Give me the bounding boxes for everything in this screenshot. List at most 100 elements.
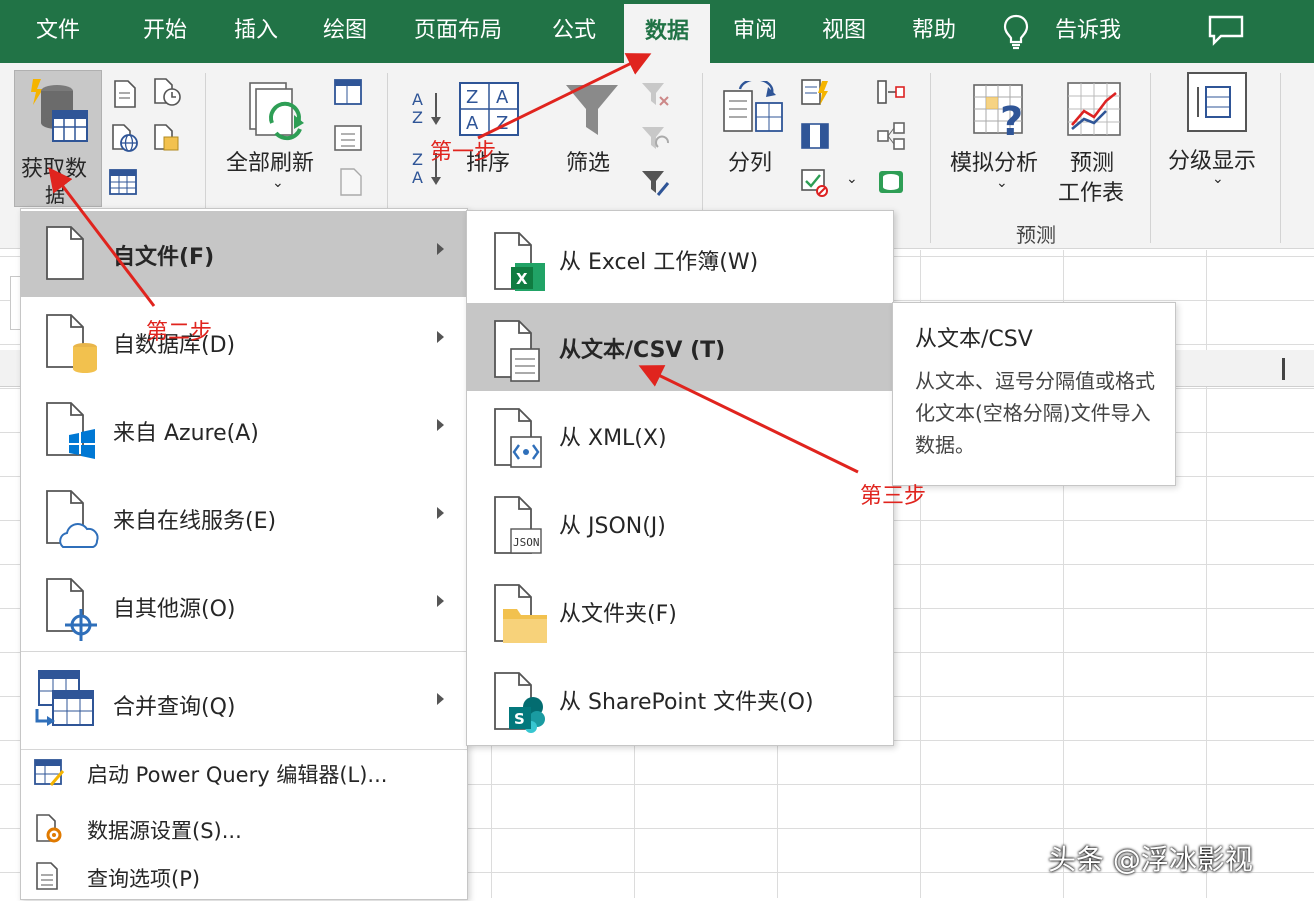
consolidate-icon[interactable]: [876, 77, 906, 107]
chevron-right-icon: [437, 419, 444, 431]
from-web-icon[interactable]: [110, 123, 140, 153]
xml-file-icon: [494, 408, 542, 468]
sharepoint-icon: S: [494, 672, 545, 733]
menu-item-launch-power-query[interactable]: 启动 Power Query 编辑器(L)...: [21, 747, 467, 797]
filter-label[interactable]: 筛选: [566, 145, 610, 177]
json-file-icon: JSON: [494, 496, 542, 554]
menu-item-label: 合并查询(Q): [113, 695, 236, 720]
cloud-icon: [46, 490, 99, 548]
menu-item-query-options[interactable]: 查询选项(P): [21, 851, 467, 901]
excel-icon: X: [494, 232, 545, 291]
queries-connections-icon[interactable]: [333, 77, 363, 107]
chevron-down-icon[interactable]: ⌄: [846, 171, 858, 187]
svg-text:Z: Z: [412, 150, 423, 169]
get-data-label-2: 据: [45, 183, 65, 207]
chevron-down-icon[interactable]: ⌄: [996, 175, 1008, 191]
chevron-right-icon: [437, 595, 444, 607]
ribbon-tab-bar: 文件 开始 插入 绘图 页面布局 公式 数据 审阅 视图 帮助 告诉我: [0, 0, 1314, 63]
tab-review[interactable]: 审阅: [733, 0, 777, 63]
menu-item-label: 自其他源(O): [113, 597, 236, 622]
sort-icon[interactable]: Z A A Z: [458, 81, 520, 137]
existing-connections-icon[interactable]: [152, 123, 182, 153]
annotation-step1: 第一步: [430, 140, 497, 165]
get-data-menu: 自文件(F) 自数据库(D) 来自 Azure(A) 来自在线服务(E) 自其他…: [20, 208, 468, 900]
menu-item-from-file[interactable]: 自文件(F): [21, 211, 467, 297]
tooltip-title: 从文本/CSV: [915, 327, 1033, 352]
lightbulb-icon[interactable]: [1003, 14, 1029, 54]
refresh-all-label[interactable]: 全部刷新: [226, 145, 314, 177]
forecast-sheet-icon[interactable]: [1066, 81, 1122, 137]
submenu-item-xml[interactable]: 从 XML(X): [467, 391, 893, 479]
submenu-item-text-csv[interactable]: 从文本/CSV (T): [467, 303, 893, 391]
data-validation-icon[interactable]: [800, 167, 830, 197]
submenu-item-sharepoint-folder[interactable]: S 从 SharePoint 文件夹(O): [467, 655, 893, 743]
annotation-step3: 第三步: [860, 484, 927, 509]
folder-icon: [494, 584, 547, 643]
menu-item-from-azure[interactable]: 来自 Azure(A): [21, 387, 467, 473]
text-to-columns-label[interactable]: 分列: [728, 145, 772, 177]
tab-formulas[interactable]: 公式: [552, 0, 596, 63]
text-to-columns-icon[interactable]: [722, 81, 784, 139]
combine-queries-icon: [35, 670, 94, 726]
forecast-sheet-label-2[interactable]: 工作表: [1058, 175, 1124, 207]
from-table-icon[interactable]: [108, 167, 138, 197]
svg-text:X: X: [516, 270, 528, 288]
submenu-item-label: 从文本/CSV (T): [559, 338, 726, 363]
comment-icon[interactable]: [1207, 14, 1245, 50]
text-file-icon: [494, 320, 540, 382]
chevron-down-icon[interactable]: ⌄: [272, 175, 284, 191]
tab-draw[interactable]: 绘图: [323, 0, 367, 63]
ribbon-separator: [1280, 73, 1281, 243]
menu-item-from-other-sources[interactable]: 自其他源(O): [21, 563, 467, 649]
windows-icon: [46, 402, 95, 459]
svg-text:A: A: [496, 87, 509, 108]
menu-divider: [21, 651, 467, 652]
tab-data[interactable]: 数据: [624, 4, 710, 63]
chevron-right-icon: [437, 331, 444, 343]
menu-item-combine-queries[interactable]: 合并查询(Q): [21, 661, 467, 747]
svg-text:S: S: [514, 710, 525, 728]
ribbon-separator: [1150, 73, 1151, 243]
data-model-icon[interactable]: [876, 167, 906, 197]
tab-insert[interactable]: 插入: [234, 0, 278, 63]
outline-icon[interactable]: [1186, 71, 1248, 133]
reapply-icon: [642, 127, 669, 149]
relationships-icon[interactable]: [876, 121, 906, 151]
what-if-analysis-icon[interactable]: ?: [970, 81, 1030, 141]
advanced-filter-icon[interactable]: [640, 167, 670, 197]
menu-item-label: 来自 Azure(A): [113, 421, 259, 446]
from-file-submenu: X 从 Excel 工作簿(W) 从文本/CSV (T) 从 XML(X) JS…: [466, 210, 894, 746]
submenu-item-label: 从 JSON(J): [559, 514, 666, 539]
power-query-editor-icon: [34, 759, 65, 786]
database-icon: [31, 79, 88, 142]
text-csv-tooltip: 从文本/CSV 从文本、逗号分隔值或格式化文本(空格分隔)文件导入数据。: [892, 302, 1176, 486]
submenu-item-folder[interactable]: 从文件夹(F): [467, 567, 893, 655]
tab-home[interactable]: 开始: [143, 0, 187, 63]
forecast-sheet-label-1[interactable]: 预测: [1070, 145, 1114, 177]
chevron-down-icon[interactable]: ⌄: [1212, 171, 1224, 187]
tab-page-layout[interactable]: 页面布局: [414, 0, 502, 63]
menu-item-from-database[interactable]: 自数据库(D): [21, 299, 467, 385]
what-if-analysis-label[interactable]: 模拟分析: [950, 145, 1038, 177]
funnel-icon[interactable]: [564, 81, 620, 139]
remove-duplicates-icon[interactable]: [800, 121, 830, 151]
get-data-button[interactable]: 获取数 据: [14, 70, 102, 207]
menu-item-from-online-services[interactable]: 来自在线服务(E): [21, 475, 467, 561]
menu-item-data-source-settings[interactable]: 数据源设置(S)...: [21, 803, 467, 853]
refresh-icon[interactable]: [246, 79, 310, 143]
svg-text:Z: Z: [466, 87, 478, 108]
recent-sources-icon[interactable]: [152, 77, 182, 107]
properties-icon[interactable]: [333, 123, 363, 153]
svg-text:Z: Z: [496, 113, 508, 134]
menu-item-label: 来自在线服务(E): [113, 509, 277, 534]
tab-file[interactable]: 文件: [36, 0, 80, 63]
submenu-item-json[interactable]: JSON 从 JSON(J): [467, 479, 893, 567]
from-text-icon[interactable]: [110, 79, 140, 109]
flash-fill-icon[interactable]: [800, 77, 830, 107]
submenu-item-excel-workbook[interactable]: X 从 Excel 工作簿(W): [467, 215, 893, 303]
tooltip-body: 从文本、逗号分隔值或格式化文本(空格分隔)文件导入数据。: [915, 369, 1155, 457]
tab-help[interactable]: 帮助: [912, 0, 956, 63]
svg-text:A: A: [466, 113, 479, 134]
tab-tell-me[interactable]: 告诉我: [1055, 0, 1121, 63]
tab-view[interactable]: 视图: [822, 0, 866, 63]
